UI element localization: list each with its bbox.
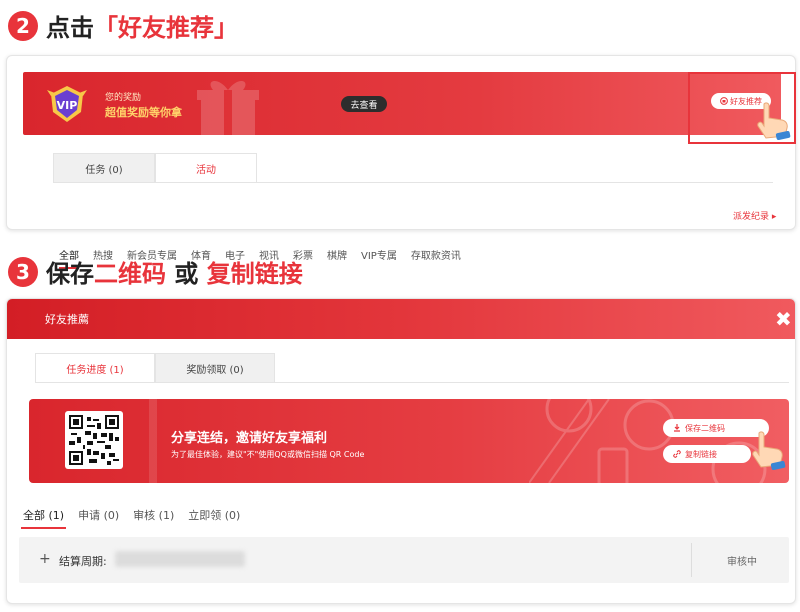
step-2-prefix: 点击 [46,14,94,42]
download-icon [674,424,680,432]
rewards-panel: VIP 您的奖励 超值奖励等你拿 去查看 好友推荐 任务 (0) 活动 派发纪录… [6,55,796,269]
pointing-hand-icon [752,431,786,470]
share-subtext: 为了最佳体验，建议"不"使用QQ或微信扫描 QR Code [171,450,365,459]
filter-review[interactable]: 审核 (1) [133,507,174,523]
reward-headline: 超值奖励等你拿 [105,106,182,119]
rewards-banner: VIP 您的奖励 超值奖励等你拿 去查看 好友推荐 [23,72,781,135]
save-qr-label: 保存二维码 [685,423,725,433]
dispatch-record-link[interactable]: 派发纪录 ▸ [733,209,776,222]
table-row[interactable]: + 结算周期: 审核中 [19,537,789,583]
step-number-badge: 3 [8,256,38,287]
share-headline: 分享连结，邀请好友享福利 [171,431,328,446]
step-3-qr: 二维码 [94,260,166,288]
copy-link-button[interactable]: 复制链接 [663,445,751,463]
category-item[interactable]: 棋牌 [327,247,347,262]
gift-icon [197,80,259,135]
tab-activities[interactable]: 活动 [155,153,257,183]
friend-referral-panel: 好友推薦 ✖ 任务进度 (1) 奖励领取 (0) 分享连结，邀请好友享福利 为了… [6,298,796,604]
step-3-copy: 复制链接 [206,260,303,288]
filter-all[interactable]: 全部 (1) [20,507,67,529]
copy-link-label: 复制链接 [685,449,717,459]
close-icon[interactable]: ✖ [775,307,792,331]
step-2-title: 2 点击 「好友推荐」 [8,8,238,43]
settlement-cycle-label: 结算周期: [59,555,107,568]
panel2-tabs: 任务进度 (1) 奖励领取 (0) [35,353,275,383]
reward-caption: 您的奖励 [105,93,142,103]
category-item[interactable]: VIP专属 [361,247,397,262]
tab-divider [35,382,789,383]
tab-task-progress[interactable]: 任务进度 (1) [35,353,155,383]
step-number-badge: 2 [8,10,38,41]
banner-stripe [149,399,157,483]
category-item[interactable]: 存取款资讯 [411,247,461,262]
step-3-prefix: 保存 [46,260,94,288]
expand-icon[interactable]: + [39,551,51,567]
status-filter: 全部 (1) 申请 (0) 审核 (1) 立即领 (0) [20,507,240,529]
step-2-highlight: 「好友推荐」 [94,14,238,42]
step-3-title: 3 保存 二维码 或 复制链接 [8,254,303,289]
qr-code-icon [69,415,119,465]
filter-claim[interactable]: 立即领 (0) [188,507,240,523]
tab-tasks[interactable]: 任务 (0) [53,153,155,183]
tab-divider [53,182,773,183]
vip-badge-icon: VIP [47,86,87,122]
row-divider [691,543,692,577]
qr-code [65,411,123,469]
status-badge: 审核中 [727,557,757,568]
panel-title: 好友推薦 [45,313,89,326]
view-rewards-button[interactable]: 去查看 [341,96,387,112]
filter-apply[interactable]: 申请 (0) [78,507,119,523]
step-3-middle: 或 [166,260,207,288]
panel-header: 好友推薦 ✖ [7,299,795,339]
link-icon [673,450,681,458]
pointing-hand-icon [757,102,791,140]
panel1-tabs: 任务 (0) 活动 [53,153,257,183]
blurred-date-range [115,551,245,567]
share-banner: 分享连结，邀请好友享福利 为了最佳体验，建议"不"使用QQ或微信扫描 QR Co… [29,399,789,483]
tab-reward-claim[interactable]: 奖励领取 (0) [155,353,275,383]
vip-text: VIP [57,99,78,112]
